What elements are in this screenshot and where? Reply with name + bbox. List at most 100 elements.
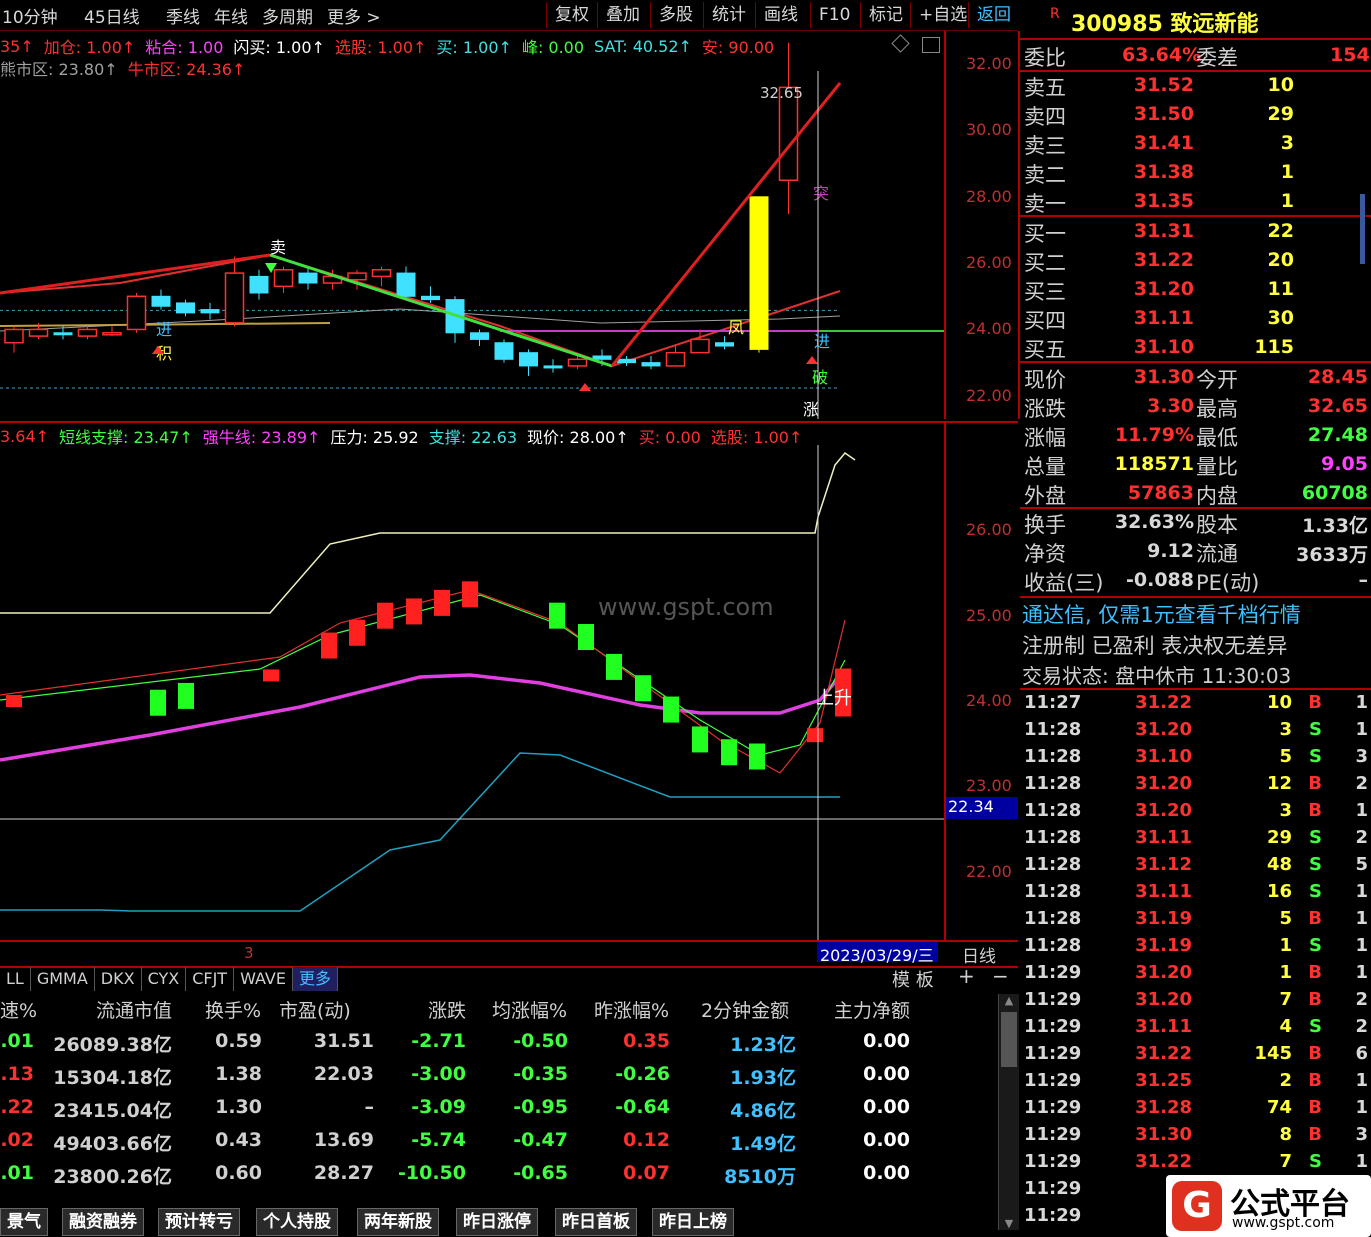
- orderbook-scrollbar[interactable]: [1360, 194, 1365, 264]
- tick-time: 11:28: [1024, 827, 1082, 848]
- table-cell: 1.23亿: [730, 1034, 796, 1056]
- template-button[interactable]: 模 板: [892, 966, 934, 992]
- tick-direction: S: [1309, 935, 1322, 956]
- tick-price: 31.30: [1135, 1124, 1192, 1145]
- indicator-tab-dkx[interactable]: DKX: [95, 967, 142, 991]
- toolbar-button-8[interactable]: 返回: [968, 2, 1019, 28]
- stat-value: 3633万: [1296, 544, 1368, 566]
- ask-row-label: 卖四: [1024, 105, 1066, 129]
- table-cell: 0.00: [863, 1063, 910, 1085]
- toolbar-button-7[interactable]: +自选: [910, 2, 975, 28]
- ask-row-volume: 1: [1280, 190, 1294, 212]
- table-header[interactable]: 市盈(动): [279, 996, 351, 1023]
- indicator-tab-cyx[interactable]: CYX: [142, 967, 187, 991]
- tick-count: 3: [1355, 1124, 1368, 1145]
- trend-bar: [377, 602, 393, 629]
- scroll-down-icon[interactable]: ▼: [999, 1217, 1019, 1230]
- bottom-tab-2[interactable]: 预计转亏: [158, 1208, 240, 1236]
- toolbar-item-5[interactable]: 更多 >: [327, 3, 381, 28]
- buy-arrow-icon: [579, 383, 591, 391]
- bottom-tab-7[interactable]: 昨日上榜: [652, 1208, 734, 1236]
- table-header[interactable]: 2分钟金额: [701, 996, 789, 1023]
- indicator-tab-ll[interactable]: LL: [0, 967, 31, 991]
- bottom-tab-0[interactable]: 景气: [0, 1208, 48, 1236]
- trend-indicator-chart[interactable]: [0, 445, 944, 940]
- tick-count: 1: [1355, 1070, 1368, 1091]
- tick-direction: B: [1308, 773, 1322, 794]
- trend-bar: [178, 682, 194, 709]
- stock-code-name: 300985 致远新能: [1071, 12, 1259, 37]
- weibi-value: 63.64%: [1122, 44, 1202, 66]
- bid-row-price: 31.31: [1133, 220, 1194, 242]
- toolbar-button-3[interactable]: 统计: [703, 2, 754, 28]
- table-scrollbar[interactable]: ▲ ▼: [998, 994, 1019, 1230]
- candle-body: [519, 352, 538, 367]
- scroll-up-icon[interactable]: ▲: [999, 994, 1019, 1010]
- toolbar-button-0[interactable]: 复权: [546, 2, 597, 28]
- indicator-tab-更多[interactable]: 更多: [292, 967, 338, 991]
- toolbar-button-1[interactable]: 叠加: [597, 2, 648, 28]
- tick-time: 11:28: [1024, 935, 1082, 956]
- remove-tab-button[interactable]: −: [992, 964, 1009, 988]
- toolbar-item-3[interactable]: 年线: [214, 3, 248, 28]
- table-header[interactable]: 昨涨幅%: [594, 996, 669, 1023]
- trend-bar: [807, 728, 823, 743]
- candlestick-chart[interactable]: 32.65卖进积凤破涨进突: [0, 31, 944, 419]
- trend-bar: [434, 589, 450, 616]
- indicator-tab-cfjt[interactable]: CFJT: [186, 967, 235, 991]
- weicha-label: 委差: [1196, 46, 1238, 70]
- add-tab-button[interactable]: +: [958, 964, 975, 988]
- tick-count: 3: [1355, 746, 1368, 767]
- tick-price: 31.22: [1135, 692, 1192, 713]
- bottom-tab-3[interactable]: 个人持股: [256, 1208, 338, 1236]
- toolbar-button-2[interactable]: 多股: [650, 2, 701, 28]
- trend-bar: [606, 653, 622, 680]
- toolbar-item-2[interactable]: 季线: [166, 3, 200, 28]
- table-header[interactable]: 主力净额: [834, 996, 910, 1023]
- table-header[interactable]: 速%: [0, 996, 37, 1023]
- bottom-tab-5[interactable]: 昨日涨停: [456, 1208, 538, 1236]
- table-header[interactable]: 换手%: [205, 996, 261, 1023]
- indicator-tab-gmma[interactable]: GMMA: [31, 967, 95, 991]
- indicator-tabs: LL GMMA DKX CYX CFJT WAVE 更多: [0, 966, 338, 992]
- promo-banner[interactable]: 通达信, 仅需1元查看千档行情: [1022, 599, 1301, 629]
- toolbar-item-0[interactable]: 10分钟: [2, 3, 58, 28]
- indicator-tab-wave[interactable]: WAVE: [234, 967, 293, 991]
- tick-volume: 2: [1279, 1070, 1292, 1091]
- support-line: [0, 752, 840, 912]
- stat-value: 28.45: [1307, 366, 1368, 388]
- stock-info: 注册制 已盈利 表决权无差异: [1022, 634, 1288, 658]
- candle-body: [28, 328, 49, 337]
- bottom-tab-4[interactable]: 两年新股: [357, 1208, 439, 1236]
- ask-row-price: 31.52: [1133, 74, 1194, 96]
- tick-time: 11:29: [1024, 1178, 1082, 1199]
- scroll-thumb[interactable]: [1001, 1012, 1017, 1067]
- stat-label: 流通: [1196, 542, 1238, 566]
- table-header[interactable]: 流通市值: [96, 996, 172, 1023]
- tick-price: 31.19: [1135, 908, 1192, 929]
- table-cell: 0.35: [623, 1030, 670, 1052]
- table-cell: 1.93亿: [730, 1067, 796, 1089]
- toolbar-button-6[interactable]: 标记: [860, 2, 911, 28]
- stat-label: 现价: [1024, 368, 1066, 392]
- table-header[interactable]: 涨跌: [428, 996, 466, 1023]
- toolbar-item-1[interactable]: 45日线: [84, 3, 140, 28]
- limit-up-label: 涨: [803, 400, 819, 419]
- tick-time: 11:28: [1024, 800, 1082, 821]
- quote-separator: [1020, 688, 1371, 690]
- tick-count: 5: [1355, 854, 1368, 875]
- tick-volume: 7: [1279, 989, 1292, 1010]
- tick-time: 11:28: [1024, 773, 1082, 794]
- toolbar-button-5[interactable]: F10: [810, 2, 858, 28]
- table-header[interactable]: 均涨幅%: [492, 996, 567, 1023]
- pressure-line: [0, 451, 856, 614]
- buy-in-label-2: 进: [814, 332, 830, 351]
- break-label: 破: [812, 368, 828, 387]
- trend-bar: [578, 624, 594, 651]
- bid-row-volume: 20: [1267, 249, 1294, 271]
- toolbar-item-4[interactable]: 多周期: [262, 3, 313, 28]
- toolbar-button-4[interactable]: 画线: [755, 2, 806, 28]
- bottom-tab-1[interactable]: 融资融券: [62, 1208, 144, 1236]
- bottom-tab-6[interactable]: 昨日首板: [555, 1208, 637, 1236]
- table-cell: -0.26: [615, 1063, 670, 1085]
